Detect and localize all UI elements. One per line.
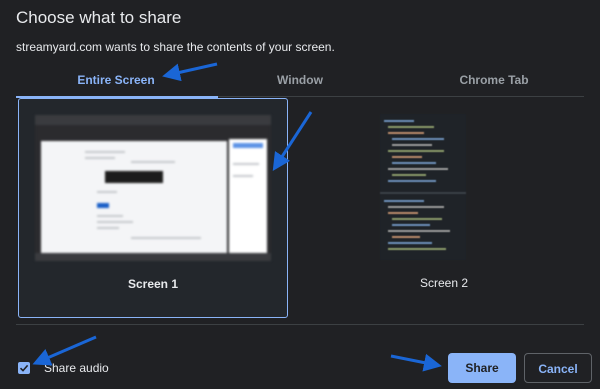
dialog-subtitle: streamyard.com wants to share the conten…: [16, 40, 335, 54]
arrow-annotation-audio: [32, 335, 97, 366]
screen-2-thumbnail: [380, 114, 466, 260]
screen-1-label: Screen 1: [127, 277, 179, 291]
share-audio-label: Share audio: [44, 361, 109, 375]
tab-window[interactable]: Window: [200, 64, 400, 96]
check-icon: [19, 364, 29, 372]
screen-1-thumbnail: [35, 115, 271, 261]
share-tabs: Entire Screen Window Chrome Tab: [16, 64, 584, 98]
screen-2-card[interactable]: Screen 2: [310, 98, 578, 316]
screen-1-card[interactable]: Screen 1: [18, 98, 288, 318]
tab-chrome-tab[interactable]: Chrome Tab: [394, 64, 594, 96]
share-audio-checkbox[interactable]: [18, 362, 30, 374]
tab-entire-screen[interactable]: Entire Screen: [16, 64, 216, 96]
share-dialog: Choose what to share streamyard.com want…: [0, 0, 600, 389]
cancel-button[interactable]: Cancel: [524, 353, 592, 383]
arrow-annotation-share: [390, 353, 442, 372]
share-button[interactable]: Share: [448, 353, 516, 383]
screen-2-label: Screen 2: [419, 276, 469, 290]
dialog-title: Choose what to share: [16, 8, 182, 27]
screen-list: Screen 1 Screen 2: [16, 96, 584, 325]
